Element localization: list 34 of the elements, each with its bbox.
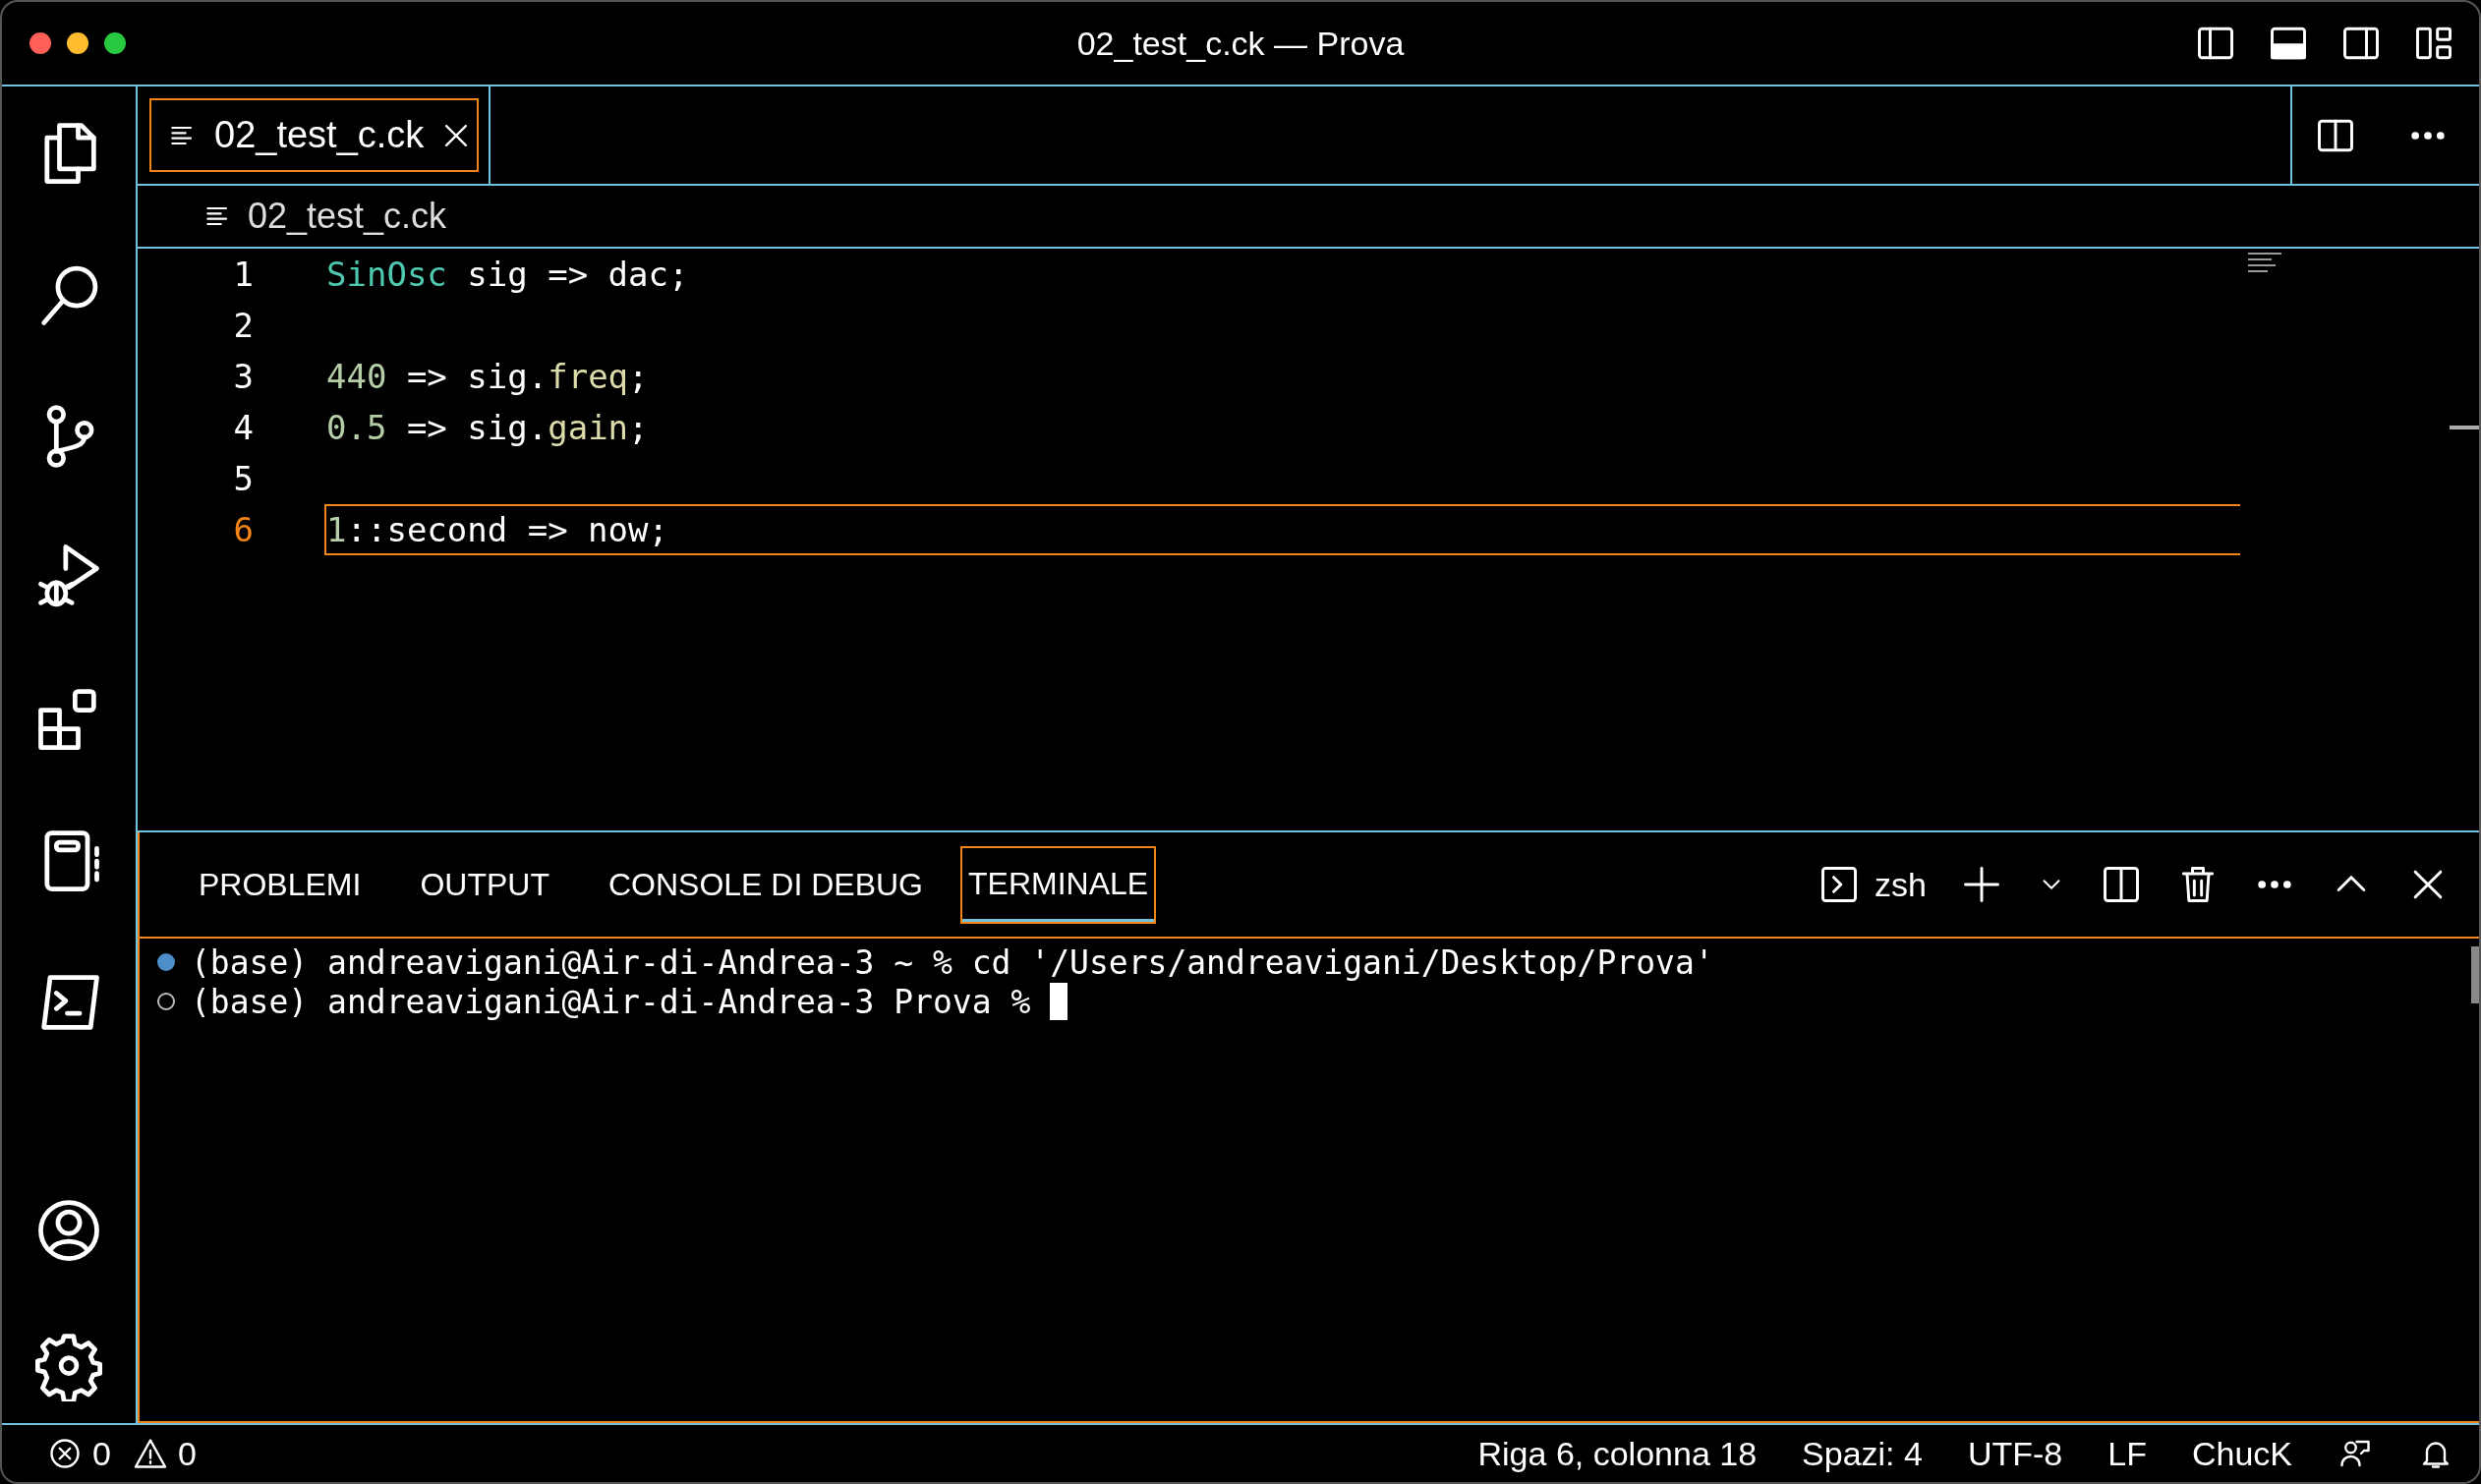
code-line: SinOsc sig => dac;	[326, 255, 689, 294]
panel-tab[interactable]: CONSOLE DI DEBUG	[586, 844, 945, 925]
code-line: 440 => sig.freq;	[326, 357, 649, 396]
code-line: 1::second => now;	[326, 510, 668, 549]
status-item[interactable]: UTF-8	[1967, 1434, 2063, 1473]
terminal-line: (base) andreavigani@Air-di-Andrea-3 ~ % cd '/Users/andreavigani/Desktop/Prova'	[191, 942, 1714, 982]
breadcrumb[interactable]: 02_test_c.ck	[248, 196, 447, 237]
warning-icon[interactable]	[132, 1436, 168, 1471]
status-item[interactable]: LF	[2107, 1434, 2147, 1473]
error-count[interactable]: 0	[92, 1434, 111, 1473]
line-number: 5	[232, 459, 254, 498]
line-number: 3	[232, 357, 254, 396]
terminal-line: (base) andreavigani@Air-di-Andrea-3 Prova %	[191, 982, 1032, 1021]
status-item[interactable]: Riga 6, colonna 18	[1477, 1434, 1758, 1473]
scrollbar[interactable]	[2471, 946, 2479, 1003]
line-number: 4	[232, 408, 254, 447]
warning-count[interactable]: 0	[177, 1434, 197, 1473]
minimize-window-light[interactable]	[67, 32, 88, 54]
panel-tab[interactable]: OUTPUT	[398, 844, 571, 925]
window-title: 02_test_c.ck — Prova	[1076, 24, 1405, 63]
scrollbar-marker	[2450, 426, 2479, 429]
zoom-window-light[interactable]	[104, 32, 126, 54]
code-line: 0.5 => sig.gain;	[326, 408, 649, 447]
line-number: 1	[232, 255, 254, 294]
close-window-light[interactable]	[29, 32, 51, 54]
line-number: 2	[232, 306, 254, 345]
error-icon[interactable]	[47, 1436, 83, 1471]
line-number: 6	[232, 510, 254, 549]
panel-tab[interactable]: TERMINALE	[960, 845, 1157, 924]
status-item[interactable]: ChucK	[2191, 1434, 2292, 1473]
status-item[interactable]: Spazi: 4	[1802, 1434, 1923, 1473]
editor-tab[interactable]: 02_test_c.ck	[138, 86, 491, 184]
panel-tab[interactable]: PROBLEMI	[177, 844, 383, 925]
shell-name[interactable]: zsh	[1875, 865, 1927, 904]
